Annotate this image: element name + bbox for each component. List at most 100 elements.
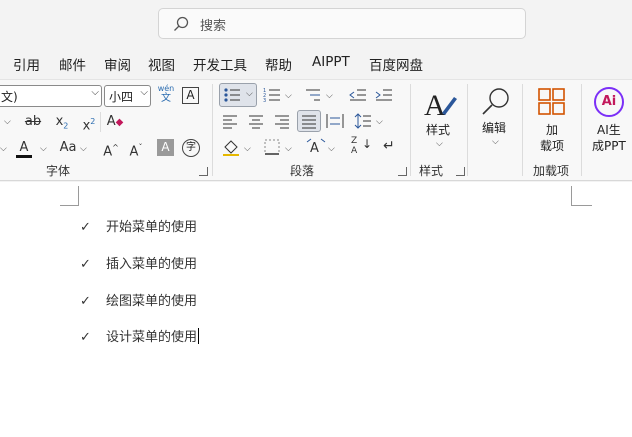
- sort-arrow-icon: ↓: [362, 137, 373, 151]
- asian-layout-icon[interactable]: A: [306, 138, 326, 156]
- editing-button-label: 编辑: [482, 121, 507, 135]
- chevron-down-icon[interactable]: ⌵: [4, 117, 11, 127]
- justify-icon: [302, 115, 316, 129]
- ai-label-2: 成PPT: [592, 139, 626, 153]
- list-item-text: 绘图菜单的使用: [106, 294, 198, 309]
- text-cursor: [198, 328, 200, 344]
- chevron-down-icon[interactable]: ⌵: [285, 144, 292, 154]
- styles-button[interactable]: A 样式 ⌵: [420, 84, 460, 154]
- chevron-down-icon: ⌵: [91, 87, 99, 98]
- tab-help[interactable]: 帮助: [265, 54, 292, 74]
- font-dialog-launcher-icon[interactable]: [199, 167, 208, 176]
- chevron-down-icon[interactable]: ⌵: [285, 91, 292, 101]
- font-color-label: A: [19, 140, 29, 155]
- change-case-button[interactable]: Aa: [55, 137, 81, 159]
- character-border-label: A: [186, 88, 195, 102]
- clear-formatting-button[interactable]: A◆: [104, 111, 126, 133]
- decrease-indent-icon[interactable]: [349, 87, 367, 103]
- phonetic-guide-button[interactable]: wén 文: [157, 84, 175, 106]
- bullets-button[interactable]: ⌵: [219, 83, 257, 107]
- chevron-down-icon: ⌵: [436, 139, 443, 149]
- enclose-characters-label: 字: [186, 142, 196, 153]
- chevron-down-icon[interactable]: ⌵: [80, 144, 87, 154]
- chevron-down-icon[interactable]: ⌵: [0, 144, 7, 154]
- tab-references[interactable]: 引用: [13, 54, 40, 74]
- list-item-text: 插入菜单的使用: [106, 257, 198, 272]
- align-center-icon[interactable]: [248, 113, 264, 129]
- magnifier-icon: [482, 88, 509, 115]
- group-divider: [522, 84, 523, 176]
- chevron-down-icon[interactable]: ⌵: [246, 89, 253, 99]
- character-border-button[interactable]: A: [182, 87, 199, 104]
- list-item[interactable]: ✓ 设计菜单的使用: [80, 326, 200, 345]
- group-divider: [212, 84, 213, 176]
- line-spacing-icon[interactable]: [354, 113, 372, 129]
- ai-generate-ppt-button[interactable]: Ai AI生 成PPT: [588, 84, 632, 154]
- numbered-list-icon[interactable]: 1 2 3: [263, 87, 281, 103]
- document-canvas[interactable]: ✓ 开始菜单的使用 ✓ 插入菜单的使用 ✓ 绘图菜单的使用 ✓ 设计菜单的使用: [0, 182, 632, 437]
- list-item[interactable]: ✓ 绘图菜单的使用: [80, 290, 197, 309]
- sort-button[interactable]: Z A ↓: [351, 136, 373, 158]
- chevron-down-icon[interactable]: ⌵: [328, 144, 335, 154]
- margin-corner-left: [60, 186, 79, 206]
- addins-grid-icon: [538, 88, 565, 115]
- search-placeholder: 搜索: [200, 19, 227, 34]
- addins-group-label: 加载项: [533, 164, 570, 178]
- multilevel-list-icon[interactable]: [304, 87, 322, 103]
- tab-developer[interactable]: 开发工具: [193, 54, 247, 74]
- distributed-icon[interactable]: [326, 113, 344, 129]
- borders-icon[interactable]: [263, 138, 281, 156]
- group-divider: [410, 84, 411, 176]
- justify-button[interactable]: [297, 110, 321, 132]
- tab-review[interactable]: 审阅: [104, 54, 131, 74]
- subscript-button[interactable]: x2: [51, 111, 73, 133]
- phonetic-top: wén: [157, 84, 175, 93]
- grow-font-button[interactable]: A^: [100, 137, 122, 159]
- strikethrough-button[interactable]: ab: [22, 111, 44, 133]
- font-color-button[interactable]: A: [13, 137, 35, 159]
- search-box[interactable]: 搜索: [158, 8, 526, 39]
- tab-view[interactable]: 视图: [148, 54, 175, 74]
- shrink-font-button[interactable]: Aˇ: [125, 137, 147, 159]
- chevron-down-icon[interactable]: ⌵: [244, 144, 251, 154]
- checkmark-bullet-icon: ✓: [80, 257, 91, 272]
- align-left-icon[interactable]: [222, 113, 238, 129]
- font-name-combo[interactable]: 文) ⌵: [0, 85, 102, 107]
- grow-font-label: A: [103, 144, 113, 160]
- tab-baidu-netdisk[interactable]: 百度网盘: [369, 54, 423, 74]
- styles-button-label: 样式: [426, 123, 451, 137]
- styles-dialog-launcher-icon[interactable]: [456, 167, 465, 176]
- chevron-down-icon[interactable]: ⌵: [326, 91, 333, 101]
- character-shading-button[interactable]: A: [157, 139, 174, 156]
- checkmark-bullet-icon: ✓: [80, 220, 91, 235]
- styles-group-label: 样式: [419, 164, 444, 178]
- addins-label-1: 加: [546, 123, 559, 137]
- tab-mailings[interactable]: 邮件: [59, 54, 86, 74]
- list-item[interactable]: ✓ 开始菜单的使用: [80, 216, 197, 235]
- chevron-down-icon[interactable]: ⌵: [40, 144, 47, 154]
- ribbon: 文) ⌵ 小四 ⌵ wén 文 A ⌵ ab x2 x2 A◆ ⌵ A ⌵ Aa…: [0, 79, 632, 181]
- tab-aippt[interactable]: AIPPT: [312, 54, 350, 70]
- editing-button[interactable]: 编辑 ⌵: [476, 84, 516, 154]
- superscript-button[interactable]: x2: [78, 111, 100, 133]
- align-right-icon[interactable]: [274, 113, 290, 129]
- ai-logo-text: Ai: [601, 94, 617, 109]
- list-item-text: 开始菜单的使用: [106, 220, 198, 235]
- font-color-swatch: [16, 155, 32, 158]
- list-item[interactable]: ✓ 插入菜单的使用: [80, 253, 197, 272]
- addins-button[interactable]: 加 载项: [532, 84, 574, 154]
- paragraph-dialog-launcher-icon[interactable]: [398, 167, 407, 176]
- title-bar: 搜索: [0, 0, 632, 46]
- superscript-mark: 2: [90, 117, 96, 126]
- chevron-down-icon[interactable]: ⌵: [376, 117, 383, 127]
- font-size-combo[interactable]: 小四 ⌵: [104, 85, 151, 107]
- paragraph-mark-icon[interactable]: ↵: [383, 138, 395, 154]
- styles-icon: A: [424, 89, 457, 119]
- character-shading-label: A: [161, 140, 170, 154]
- divider: [100, 112, 101, 132]
- shading-icon[interactable]: [222, 138, 240, 156]
- enclose-characters-button[interactable]: 字: [182, 139, 200, 157]
- addins-label-2: 载项: [540, 139, 565, 153]
- increase-indent-icon[interactable]: [375, 87, 393, 103]
- change-case-label: Aa: [59, 140, 77, 155]
